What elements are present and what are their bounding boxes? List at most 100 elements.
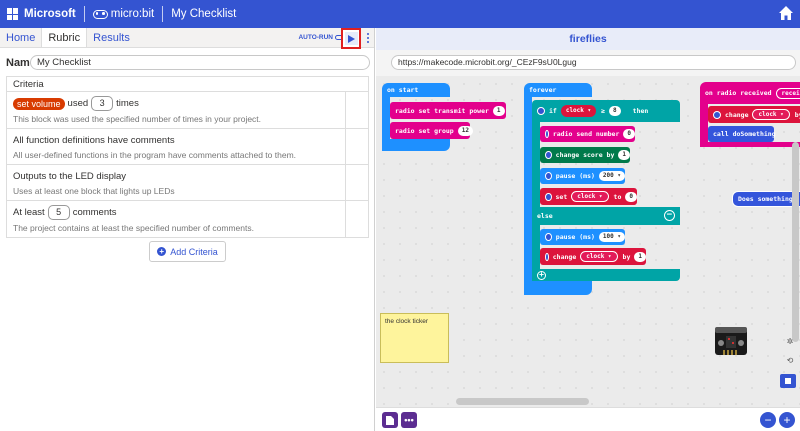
count-input[interactable]: 3 — [91, 96, 114, 111]
on-radio-block-spine — [700, 104, 708, 147]
criteria-title: Outputs to the LED display — [13, 170, 127, 182]
function-definition-block[interactable]: Does something — [732, 191, 800, 207]
clock-var-dropdown[interactable]: clock ▾ — [752, 109, 790, 120]
comparison-operator[interactable]: ≥ — [601, 107, 605, 115]
workspace-comment[interactable]: the clock ticker — [380, 313, 449, 363]
criteria-item[interactable]: Outputs to the LED display Uses at least… — [7, 165, 368, 201]
clock-comparison[interactable]: clock ▾ — [560, 105, 597, 117]
forever-block[interactable]: forever — [524, 83, 592, 97]
pause-value[interactable]: 100 ▾ — [598, 232, 625, 242]
radio-send-number-block[interactable]: radio send number 0 — [540, 126, 635, 142]
change-clock-block[interactable]: change clock ▾ by 1 — [540, 248, 646, 265]
radio-set-group-block[interactable]: radio set group 12 — [390, 122, 473, 139]
then-label: then — [632, 107, 649, 115]
pause-label: pause (ms) — [555, 172, 595, 180]
on-start-label: on start — [387, 86, 419, 94]
pause-block[interactable]: pause (ms) 200 ▾ — [540, 168, 625, 184]
on-radio-received-block[interactable]: on radio received receive — [700, 82, 800, 104]
if-block[interactable]: if clock ▾ ≥ 8 then — [532, 100, 680, 122]
call-function-block[interactable]: call doSomething — [708, 126, 776, 142]
gear-icon[interactable] — [537, 107, 545, 115]
criteria-description: This block was used the specified number… — [13, 114, 262, 124]
horizontal-scrollbar[interactable] — [456, 398, 589, 405]
criteria-item[interactable]: All function definitions have comments A… — [7, 129, 368, 165]
simulator-restart-icon[interactable]: ⟲ — [784, 354, 796, 366]
change-clock-block[interactable]: change clock ▾ by — [708, 106, 800, 123]
gear-icon[interactable] — [545, 233, 552, 241]
clock-var-dropdown[interactable]: clock ▾ — [580, 251, 618, 262]
tab-rubric[interactable]: Rubric — [41, 28, 88, 47]
tab-results[interactable]: Results — [87, 28, 136, 47]
receive-param[interactable]: receive — [775, 87, 800, 99]
radio-group-value[interactable]: 12 — [457, 125, 473, 136]
gear-icon[interactable] — [545, 252, 549, 261]
criteria-text: comments — [72, 207, 117, 218]
zoom-out-button[interactable]: − — [760, 412, 776, 428]
send-number-value[interactable]: 0 — [623, 129, 635, 139]
vertical-scrollbar[interactable] — [792, 142, 799, 342]
microbit-label: micro:bit — [110, 8, 155, 20]
function-name-label: Does something — [738, 195, 793, 203]
microbit-logo[interactable]: micro:bit — [92, 8, 155, 20]
on-start-block-footer — [382, 139, 450, 151]
tab-bar: Home Rubric Results AUTO-RUN — [0, 28, 374, 49]
radio-set-power-block[interactable]: radio set transmit power 1 — [390, 102, 506, 119]
home-icon[interactable] — [778, 5, 794, 21]
autorun-label: AUTO-RUN — [298, 34, 333, 41]
minus-circle-icon[interactable]: − — [664, 210, 675, 221]
if-value[interactable]: 8 — [609, 106, 621, 116]
more-options-icon[interactable] — [366, 33, 370, 43]
zoom-in-button[interactable]: + — [779, 412, 795, 428]
run-button[interactable] — [344, 32, 358, 45]
change-score-value[interactable]: 1 — [618, 150, 630, 160]
clock-var-dropdown[interactable]: clock ▾ — [571, 191, 609, 202]
set-clock-value[interactable]: 0 — [625, 191, 637, 202]
gear-icon[interactable] — [713, 110, 721, 119]
clock-var-text: clock — [577, 193, 596, 200]
criteria-line: set volume used 3 times — [13, 96, 338, 111]
pause-block[interactable]: pause (ms) 100 ▾ — [540, 229, 625, 245]
microsoft-logo[interactable]: Microsoft — [7, 8, 76, 20]
more-button[interactable]: ••• — [401, 412, 417, 428]
microbit-simulator-icon[interactable] — [714, 326, 748, 356]
change-label: change — [552, 252, 577, 261]
project-url-field[interactable]: https://makecode.microbit.org/_CEzF9sU0L… — [391, 55, 796, 70]
radio-power-value[interactable]: 1 — [492, 105, 505, 116]
on-radio-label: on radio received — [705, 89, 772, 97]
criteria-item[interactable]: At least 5 comments The project contains… — [7, 201, 368, 237]
clock-var-text: clock — [586, 253, 605, 260]
change-clock-value[interactable]: 1 — [634, 251, 646, 262]
gear-icon[interactable] — [545, 130, 549, 138]
count-input[interactable]: 5 — [47, 205, 70, 220]
if-label: if — [549, 107, 557, 115]
save-button[interactable] — [382, 412, 398, 428]
set-clock-block[interactable]: set clock ▾ to 0 — [540, 188, 637, 205]
name-input[interactable] — [30, 55, 370, 70]
plus-circle-icon[interactable]: + — [537, 270, 546, 280]
add-criteria-label: Add Criteria — [170, 246, 218, 257]
gear-icon[interactable] — [545, 151, 552, 159]
criteria-title: All function definitions have comments — [13, 134, 175, 146]
gear-icon[interactable] — [545, 172, 552, 180]
forever-block-spine — [524, 97, 532, 295]
on-radio-block-footer — [700, 142, 800, 147]
plus-circle-icon: + — [157, 247, 167, 256]
on-start-block[interactable]: on start — [382, 83, 450, 97]
app-header: Microsoft micro:bit My Checklist — [0, 0, 800, 28]
simulator-stop-button[interactable] — [780, 374, 796, 388]
code-workspace[interactable]: on start radio set transmit power 1 radi… — [376, 76, 800, 407]
criteria-item[interactable]: set volume used 3 times This block was u… — [7, 92, 368, 129]
add-criteria-button[interactable]: + Add Criteria — [149, 241, 226, 262]
pause-value[interactable]: 200 ▾ — [598, 171, 625, 181]
gear-icon[interactable] — [545, 192, 552, 201]
pause-value-text: 200 — [602, 172, 614, 179]
block-selector[interactable]: set volume — [13, 97, 65, 110]
criteria-text: used — [67, 98, 89, 109]
criteria-description: The project contains at least the specif… — [13, 223, 254, 233]
name-row: Name — [6, 55, 370, 70]
tab-home[interactable]: Home — [0, 28, 41, 47]
change-score-block[interactable]: change score by 1 — [540, 147, 630, 163]
else-label: else — [537, 212, 553, 220]
else-block[interactable]: else − — [532, 207, 680, 225]
autorun-toggle[interactable]: AUTO-RUN — [298, 34, 344, 41]
